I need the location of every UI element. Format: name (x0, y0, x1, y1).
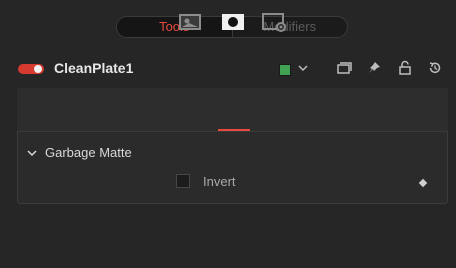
mask-icon[interactable] (221, 12, 245, 32)
chevron-down-icon[interactable] (295, 60, 311, 76)
reset-icon[interactable] (427, 60, 443, 76)
chevron-down-icon[interactable] (26, 147, 38, 159)
tool-name: CleanPlate1 (54, 60, 134, 76)
lock-icon[interactable] (397, 60, 413, 76)
version-icon[interactable] (336, 60, 352, 76)
toggle-knob (34, 65, 42, 73)
active-tab-indicator (218, 129, 250, 131)
settings-icon[interactable] (262, 12, 286, 32)
pin-icon[interactable] (366, 60, 382, 76)
invert-checkbox[interactable] (176, 174, 190, 188)
tool-enable-toggle[interactable] (18, 64, 44, 74)
tab-tools[interactable]: Tools (117, 17, 232, 37)
node-color-swatch[interactable] (279, 64, 291, 76)
inspector-tabs (17, 88, 448, 132)
invert-label: Invert (203, 174, 236, 189)
image-icon[interactable] (178, 12, 202, 32)
section-title[interactable]: Garbage Matte (45, 145, 132, 160)
tab-modifiers[interactable]: Modifiers (231, 17, 348, 37)
